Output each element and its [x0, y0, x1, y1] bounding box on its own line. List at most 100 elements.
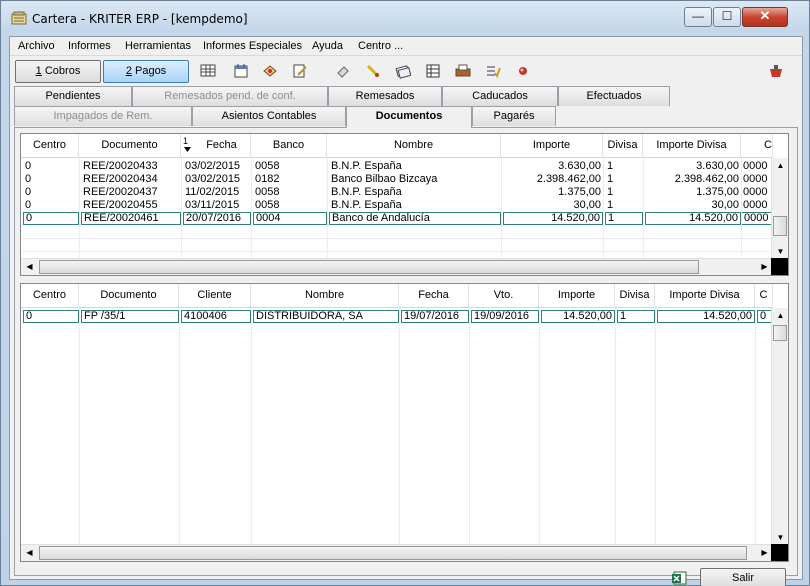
table-cell: 1	[607, 199, 614, 211]
table-cell: 1	[607, 160, 614, 172]
scroll-up-icon[interactable]: ▲	[772, 308, 788, 325]
tab-efectuados[interactable]: Efectuados	[558, 86, 670, 106]
tab-asientos[interactable]: Asientos Contables	[192, 106, 346, 126]
col2-vto[interactable]: Vto.	[469, 284, 539, 308]
scroll-up-icon[interactable]: ▲	[772, 158, 788, 175]
col-documento[interactable]: Documento	[79, 134, 181, 158]
col-importe-divisa[interactable]: Importe Divisa	[643, 134, 741, 158]
tab-caducados[interactable]: Caducados	[442, 86, 558, 106]
close-button[interactable]: ✕	[742, 7, 788, 27]
maximize-button[interactable]: ☐	[713, 7, 741, 27]
lines-hscrollbar[interactable]: ◀ ▶	[21, 544, 773, 561]
table-row[interactable]: 0 REE/20020433 03/02/2015 0058 B.N.P. España…	[21, 160, 773, 173]
menu-archivo[interactable]: Archivo	[18, 40, 55, 52]
table-cell: 03/11/2015	[185, 199, 240, 211]
table-row[interactable]: 0 REE/20020437 11/02/2015 0058 B.N.P. España…	[21, 186, 773, 199]
tab-documentos[interactable]: Documentos	[346, 106, 472, 128]
document-icon[interactable]	[262, 63, 278, 79]
grid-line	[501, 158, 502, 258]
table-cell: 03/02/2015	[185, 160, 241, 172]
grid-line	[603, 158, 604, 258]
lines-grid[interactable]: Centro Documento Cliente Nombre Fecha Vt…	[20, 283, 789, 562]
grid-line	[655, 308, 656, 544]
col2-nombre[interactable]: Nombre	[251, 284, 399, 308]
tab-impagados: Impagados de Rem.	[14, 106, 192, 126]
scroll-left-icon[interactable]: ◀	[21, 259, 38, 275]
table-row[interactable]: 0 REE/20020455 03/11/2015 0058 B.N.P. España…	[21, 199, 773, 212]
table-cell: 03/02/2015	[185, 173, 241, 185]
table-cell: 30,00	[573, 199, 601, 211]
documents-grid-header: Centro Documento 1 Fecha Banco Nombre Im…	[21, 134, 773, 158]
excel-export-icon[interactable]	[671, 569, 689, 586]
tab-pendientes[interactable]: Pendientes	[14, 86, 132, 106]
table-cell: FP /35/1	[81, 310, 179, 323]
marker-icon[interactable]	[365, 63, 381, 79]
table-row[interactable]: 0 REE/20020461 20/07/2016 0004 Banco de Anda…	[21, 212, 773, 225]
pagos-button[interactable]: 2 Pagos	[103, 60, 189, 83]
table-cell: 0	[25, 173, 32, 185]
hscroll-thumb[interactable]	[39, 260, 699, 274]
table-cell: 0004	[253, 212, 327, 225]
documents-vscrollbar[interactable]: ▲ ▼	[771, 158, 788, 261]
table-cell: 19/09/2016	[471, 310, 539, 323]
menu-centro[interactable]: Centro ...	[358, 40, 403, 52]
col2-centro[interactable]: Centro	[21, 284, 79, 308]
list-check-icon[interactable]	[485, 63, 501, 79]
col-c[interactable]: C	[741, 134, 773, 158]
grid-icon[interactable]	[200, 63, 216, 79]
cobros-button[interactable]: 1 Cobros	[15, 60, 101, 83]
col2-divisa[interactable]: Divisa	[615, 284, 655, 308]
col2-fecha[interactable]: Fecha	[399, 284, 469, 308]
edit-icon[interactable]	[292, 63, 308, 79]
col-divisa[interactable]: Divisa	[603, 134, 643, 158]
col2-c[interactable]: C	[755, 284, 773, 308]
scroll-left-icon[interactable]: ◀	[21, 545, 38, 561]
table-cell: B.N.P. España	[331, 160, 402, 172]
scroll-thumb[interactable]	[773, 325, 787, 341]
table-icon[interactable]	[425, 63, 441, 79]
table-cell: 0	[23, 310, 79, 323]
grid-line	[79, 308, 80, 544]
menu-informes-especiales[interactable]: Informes Especiales	[203, 40, 302, 52]
documents-grid[interactable]: Centro Documento 1 Fecha Banco Nombre Im…	[20, 133, 789, 276]
close-icon: ✕	[759, 8, 771, 23]
pin-icon[interactable]	[515, 63, 531, 79]
menu-informes[interactable]: Informes	[68, 40, 111, 52]
tab-remesados-pend: Remesados pend. de conf.	[132, 86, 328, 106]
col2-importe-divisa[interactable]: Importe Divisa	[655, 284, 755, 308]
checks-icon[interactable]	[395, 63, 411, 79]
scroll-corner	[771, 258, 788, 275]
table-row[interactable]: 0 REE/20020434 03/02/2015 0182 Banco Bilbao …	[21, 173, 773, 186]
hscroll-thumb[interactable]	[39, 546, 747, 560]
menu-herramientas[interactable]: Herramientas	[125, 40, 191, 52]
col-centro[interactable]: Centro	[21, 134, 79, 158]
table-cell: 14.520,00	[645, 212, 741, 225]
minimize-button[interactable]: —	[684, 7, 712, 27]
documents-hscrollbar[interactable]: ◀ ▶	[21, 258, 773, 275]
calendar-icon[interactable]	[233, 63, 249, 79]
menu-ayuda[interactable]: Ayuda	[312, 40, 343, 52]
grid-line	[181, 158, 182, 258]
app-icon	[11, 11, 27, 25]
lines-vscrollbar[interactable]: ▲ ▼	[771, 308, 788, 547]
title-bar[interactable]: Cartera - KRITER ERP - [kempdemo] — ☐ ✕	[1, 1, 809, 35]
table-cell: 0000	[743, 186, 768, 198]
grid-line	[251, 308, 252, 544]
exit-icon[interactable]	[768, 63, 784, 79]
printer-icon[interactable]	[455, 63, 471, 79]
eraser-icon[interactable]	[335, 63, 351, 79]
col2-importe[interactable]: Importe	[539, 284, 615, 308]
tab-pagares[interactable]: Pagarés	[472, 106, 556, 126]
col-nombre[interactable]: Nombre	[327, 134, 501, 158]
table-cell: REE/20020461	[81, 212, 181, 225]
col-importe[interactable]: Importe	[501, 134, 603, 158]
col2-documento[interactable]: Documento	[79, 284, 179, 308]
salir-button[interactable]: Salir	[700, 568, 786, 586]
table-cell: 14.520,00	[503, 212, 603, 225]
table-row[interactable]: 0 FP /35/1 4100406 DISTRIBUIDORA, SA 19/07/2…	[21, 310, 773, 323]
col-fecha[interactable]: 1 Fecha	[181, 134, 251, 158]
tab-remesados[interactable]: Remesados	[328, 86, 442, 106]
col2-cliente[interactable]: Cliente	[179, 284, 251, 308]
scroll-thumb[interactable]	[773, 216, 787, 236]
col-banco[interactable]: Banco	[251, 134, 327, 158]
